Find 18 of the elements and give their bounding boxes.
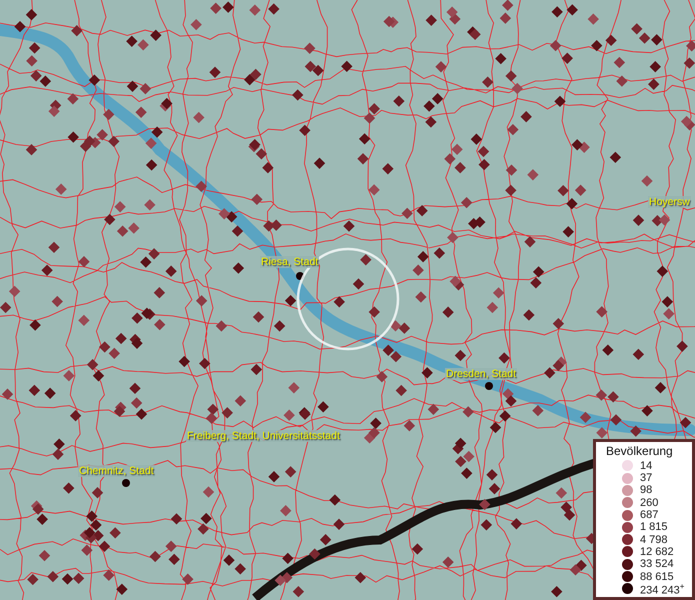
legend-title: Bevölkerung: [605, 444, 674, 458]
legend-label: 260: [640, 496, 658, 509]
legend-label: 4 798: [640, 534, 668, 546]
legend-label: 687: [640, 509, 658, 522]
place-label: Hoyersw: [648, 196, 691, 208]
legend-label: 1 815: [640, 521, 668, 534]
place-label: Freiberg, Stadt, Universitätsstadt: [186, 430, 341, 442]
legend-label: 234 243$^{+}$: [640, 582, 684, 596]
legend-label: 37: [640, 472, 652, 484]
map-view[interactable]: Hoyersw Riesa, Stadt Dresden, Stadt Freiberg, Stadt, Universitätsstadt Chemnitz, Stadt Bevölkerung 14 37 98 260 687 1 815 4 798 12 682 33 524 88 615 234 243$^{+}$: [0, 0, 695, 600]
place-label: Chemnitz, Stadt: [78, 465, 155, 477]
legend-label: 98: [640, 484, 652, 496]
legend-label: 33 524: [640, 558, 674, 570]
place-label: Dresden, Stadt: [445, 368, 518, 380]
legend-label: 88 615: [640, 570, 674, 583]
legend-label: 12 682: [640, 546, 674, 558]
place-label: Riesa, Stadt: [260, 256, 320, 268]
legend-label: 14: [640, 460, 652, 472]
